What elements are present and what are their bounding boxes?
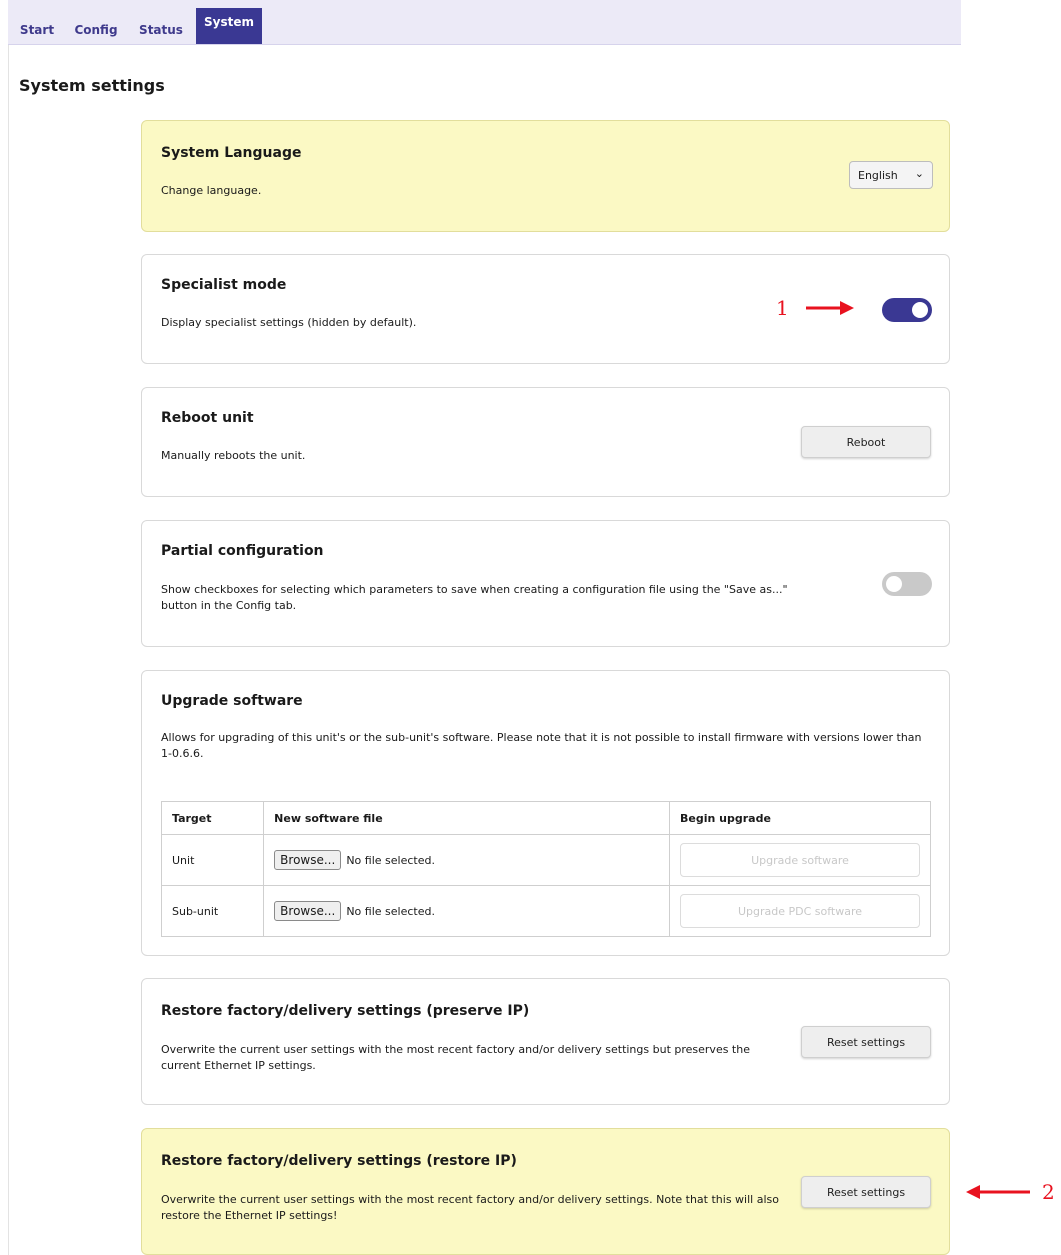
tab-bar: Start Config Status System <box>8 0 961 45</box>
restore-ip-title: Restore factory/delivery settings (resto… <box>161 1153 517 1169</box>
column-header-target: Target <box>160 801 265 835</box>
page-left-border <box>8 0 9 1255</box>
upgrade-software-button[interactable]: Upgrade software <box>680 843 920 877</box>
tab-config[interactable]: Config <box>66 8 126 44</box>
file-cell: Browse... No file selected. <box>263 885 670 937</box>
tab-start[interactable]: Start <box>8 8 66 44</box>
browse-button[interactable]: Browse... <box>274 850 342 870</box>
reboot-card: Reboot unit Manually reboots the unit. R… <box>141 387 950 497</box>
specialist-description: Display specialist settings (hidden by d… <box>161 316 417 329</box>
reboot-button[interactable]: Reboot <box>801 426 931 458</box>
annotation-number-2: 2 <box>1042 1180 1055 1204</box>
upgrade-cell: Upgrade software <box>669 834 931 886</box>
browse-button[interactable]: Browse... <box>274 901 342 921</box>
file-status: No file selected. <box>346 904 435 918</box>
column-header-file: New software file <box>263 801 670 835</box>
restore-ip-card: Restore factory/delivery settings (resto… <box>141 1128 950 1255</box>
partial-config-card: Partial configuration Show checkboxes fo… <box>141 520 950 647</box>
target-cell: Sub-unit <box>160 885 265 937</box>
restore-ip-description: Overwrite the current user settings with… <box>161 1193 779 1222</box>
specialist-mode-toggle[interactable] <box>882 298 932 322</box>
file-status: No file selected. <box>346 853 435 867</box>
partial-config-description: Show checkboxes for selecting which para… <box>161 583 788 612</box>
chevron-down-icon: ⌄ <box>914 167 924 180</box>
reboot-description: Manually reboots the unit. <box>161 449 306 462</box>
toggle-knob <box>886 576 902 592</box>
upgrade-cell: Upgrade PDC software <box>669 885 931 937</box>
file-cell: Browse... No file selected. <box>263 834 670 886</box>
language-description: Change language. <box>161 184 262 197</box>
upgrade-description: Allows for upgrading of this unit's or t… <box>161 731 922 760</box>
restore-preserve-ip-description: Overwrite the current user settings with… <box>161 1043 750 1072</box>
restore-preserve-ip-card: Restore factory/delivery settings (prese… <box>141 978 950 1105</box>
specialist-title: Specialist mode <box>161 277 287 293</box>
toggle-knob <box>912 302 928 318</box>
annotation-number-1: 1 <box>776 296 789 320</box>
tab-system[interactable]: System <box>196 8 262 44</box>
arrow-right-icon <box>806 301 854 315</box>
column-header-begin: Begin upgrade <box>669 801 931 835</box>
upgrade-pdc-software-button[interactable]: Upgrade PDC software <box>680 894 920 928</box>
table-row: Sub-unit Browse... No file selected. Upg… <box>160 885 931 937</box>
arrow-left-icon <box>966 1185 1030 1199</box>
upgrade-card: Upgrade software Allows for upgrading of… <box>141 670 950 956</box>
restore-preserve-ip-title: Restore factory/delivery settings (prese… <box>161 1003 530 1019</box>
reset-settings-restore-ip-button[interactable]: Reset settings <box>801 1176 931 1208</box>
language-card: System Language Change language. English… <box>141 120 950 232</box>
table-header-row: Target New software file Begin upgrade <box>160 801 931 835</box>
upgrade-title: Upgrade software <box>161 693 303 709</box>
partial-config-toggle[interactable] <box>882 572 932 596</box>
language-selected-value: English <box>858 168 898 182</box>
table-row: Unit Browse... No file selected. Upgrade… <box>160 834 931 886</box>
reset-settings-preserve-ip-button[interactable]: Reset settings <box>801 1026 931 1058</box>
language-select[interactable]: English ⌄ <box>849 161 933 189</box>
language-title: System Language <box>161 145 302 161</box>
tab-status[interactable]: Status <box>126 8 196 44</box>
reboot-title: Reboot unit <box>161 410 254 426</box>
partial-config-title: Partial configuration <box>161 543 324 559</box>
page-title: System settings <box>19 76 165 95</box>
target-cell: Unit <box>160 834 265 886</box>
upgrade-table: Target New software file Begin upgrade U… <box>160 801 931 937</box>
